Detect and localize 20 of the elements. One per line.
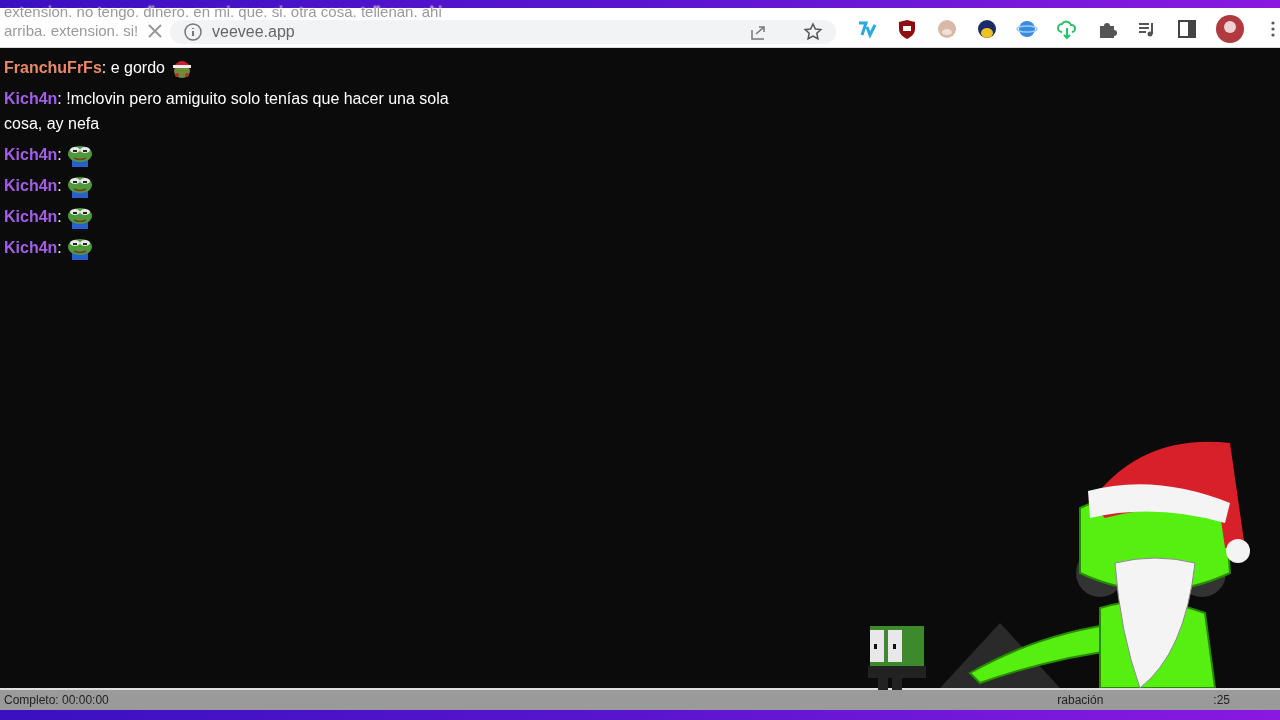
status-text: Completo: 00:00:00 [4,692,109,709]
chat-message: Kich4n: [4,176,62,196]
chat-message: Kich4n: [4,145,62,165]
status-text: rabación [1057,692,1104,709]
profile-avatar[interactable] [1216,15,1244,43]
side-panel-icon[interactable] [1176,18,1198,40]
address-text: veevee.app [212,22,295,42]
caption-text: arriba. extension. si! [4,21,139,40]
address-bar[interactable]: veevee.app [170,20,836,44]
planet-icon[interactable] [1016,18,1038,40]
round-extension-icon[interactable] [976,18,998,40]
info-icon[interactable] [182,21,204,43]
star-icon[interactable] [802,21,824,43]
caption-text: extension. no tengo. dinero. en mi. que. si. otra cosa. tellenan. ahi [4,2,442,21]
shield-icon[interactable] [896,18,918,40]
chat-message: Kich4n: !mclovin pero amiguito solo tenías que hacer una sola cosa, ay nefa [4,89,450,134]
chat-message: FranchuFrFs: e gordo [4,58,165,78]
status-text: :25 [1213,692,1230,709]
chat-message: Kich4n: [4,207,62,227]
chat-message: Kich4n: [4,238,62,258]
